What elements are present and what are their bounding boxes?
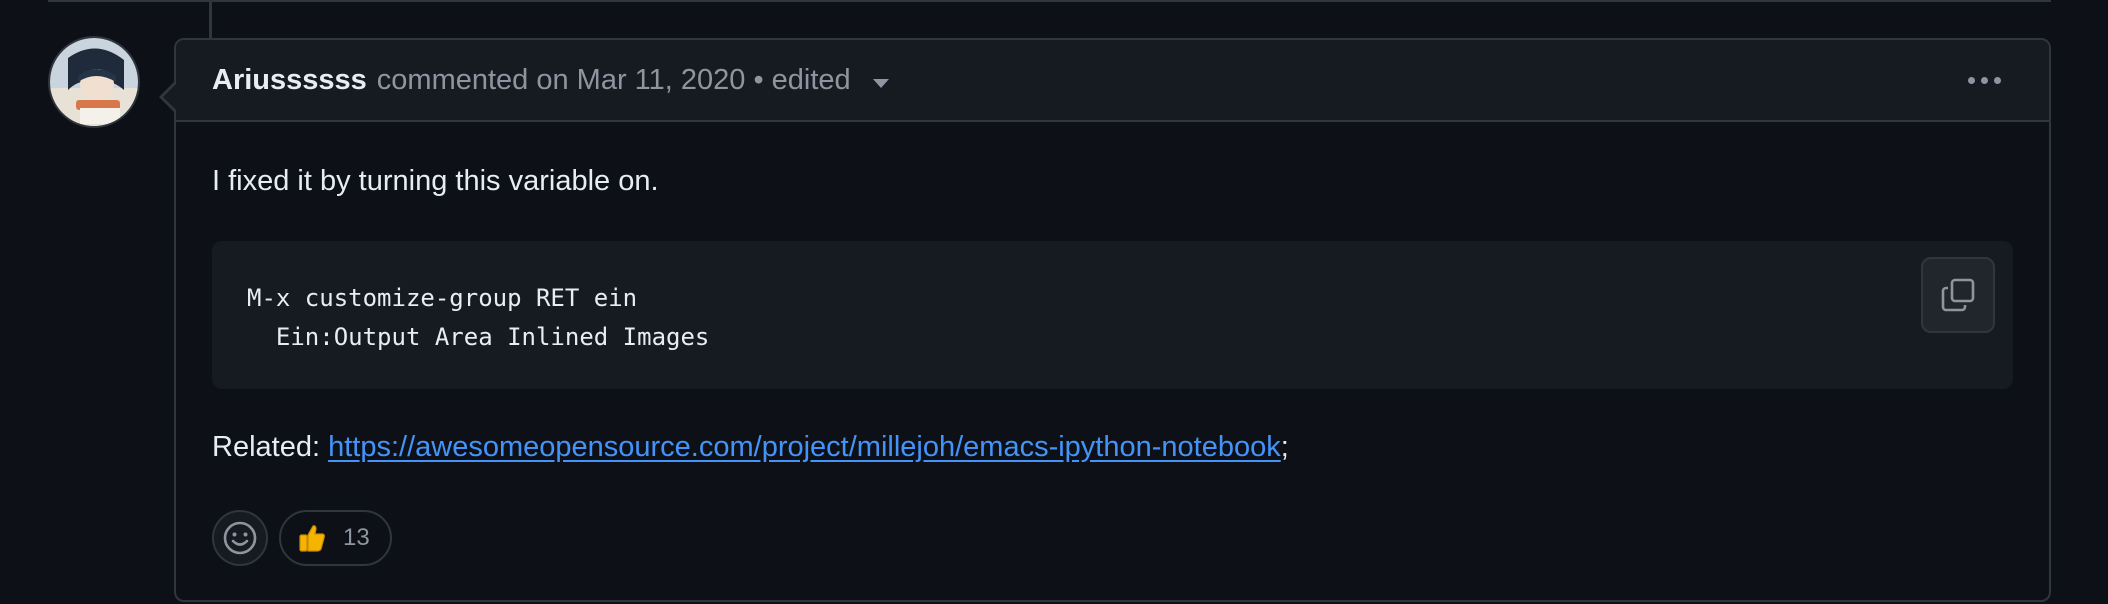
comment-header: Ariussssss commented on Mar 11, 2020 • e… (176, 40, 2049, 122)
author-link[interactable]: Ariussssss (212, 64, 367, 97)
reaction-count: 13 (343, 524, 370, 551)
copy-button[interactable] (1921, 257, 1995, 333)
comment-text: I fixed it by turning this variable on. (212, 165, 659, 197)
related-link[interactable]: https://awesomeopensource.com/project/mi… (328, 431, 1281, 463)
divider (48, 0, 2051, 2)
triangle-down-icon[interactable] (872, 78, 889, 88)
related-paragraph: Related: https://awesomeopensource.com/p… (212, 431, 1289, 463)
code-text: M-x customize-group RET ein Ein:Output A… (247, 279, 709, 357)
code-line: M-x customize-group RET ein (247, 284, 638, 312)
add-reaction-button[interactable] (212, 510, 268, 566)
comment-meta[interactable]: commented on Mar 11, 2020 • edited (377, 64, 851, 97)
code-block: M-x customize-group RET ein Ein:Output A… (212, 241, 2013, 389)
thumbs-up-reaction[interactable]: 13 (279, 510, 392, 566)
reactions-bar: 13 (212, 510, 392, 566)
avatar[interactable] (48, 36, 140, 128)
thumbs-up-emoji (299, 525, 325, 552)
smiley-icon (223, 521, 257, 555)
kebab-horizontal-icon (1968, 76, 1975, 84)
code-line: Ein:Output Area Inlined Images (247, 323, 710, 351)
more-options-button[interactable] (1960, 69, 2009, 92)
timeline-line (209, 0, 212, 38)
copy-icon (1941, 278, 1975, 312)
issue-timeline: Ariussssss commented on Mar 11, 2020 • e… (0, 0, 2108, 604)
comment-box: Ariussssss commented on Mar 11, 2020 • e… (159, 38, 2051, 602)
